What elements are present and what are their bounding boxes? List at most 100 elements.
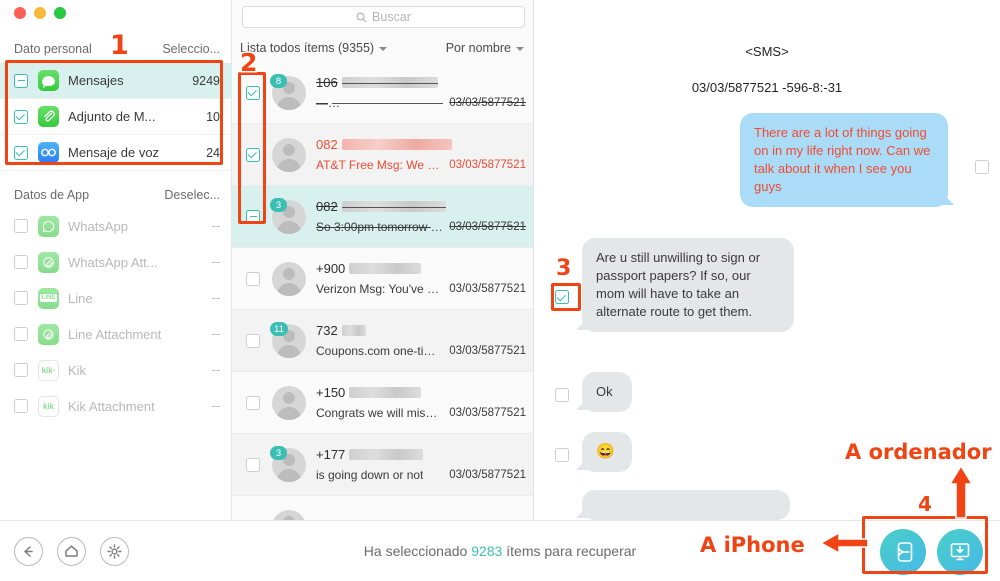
annotation-number-3: 3 [556,256,572,281]
sidebar-item-label: Line Attachment [68,326,162,342]
whatsapp-icon [38,215,59,237]
row-number: 082 [316,136,526,153]
sidebar-item-kik[interactable]: kik· Kik -- [0,352,232,388]
kik-checkbox[interactable] [14,363,28,377]
message-bubble-outgoing[interactable]: There are a lot of things going on in my… [740,113,948,207]
search-icon [356,11,367,22]
close-button[interactable] [14,7,26,19]
sidebar-item-line-attachment[interactable]: Line Attachment -- [0,316,232,352]
table-row[interactable]: 8 106 — ... 03/03/5877521 [232,62,533,124]
list-sort-dropdown[interactable]: Por nombre [446,41,524,55]
annotation-label-iphone: A iPhone [700,533,805,557]
row-date: 03/03/5877521 [449,344,526,357]
row-checkbox[interactable] [246,85,260,100]
voicemail-checkbox[interactable] [14,145,28,160]
personal-data-title: Dato personal [14,42,92,56]
to-iphone-button[interactable] [880,529,926,575]
sidebar-item-whatsapp-attachment[interactable]: WhatsApp Att... -- [0,244,232,280]
sidebar-item-count: 9249 [192,73,220,88]
personal-select-all[interactable]: Seleccio... [162,42,220,56]
message-checkbox[interactable] [555,388,569,402]
row-date: 03/03/5877521 [449,468,526,481]
message-checkbox[interactable] [555,448,569,462]
row-number: +150 [316,384,526,401]
row-checkbox[interactable] [246,147,260,162]
table-row[interactable]: 25 +150 [232,496,533,520]
annotation-arrow-left [819,531,869,555]
sidebar-item-count: -- [211,291,220,305]
table-row[interactable]: 10 +150 Congrats we will miss y... 03/03… [232,372,533,434]
adjunto-checkbox[interactable] [14,109,28,124]
message-bubble-incoming[interactable]: Are u still unwilling to sign or passpor… [582,238,794,332]
to-iphone-icon [897,542,913,562]
avatar [272,385,306,420]
table-row[interactable]: 61 +177 is going down or not 03/03/58775… [232,434,533,496]
maximize-button[interactable] [54,7,66,19]
conversation-title: <SMS> [745,44,789,59]
kik-attachment-checkbox[interactable] [14,399,28,413]
annotation-label-computer: A ordenador [845,440,992,464]
row-checkbox[interactable] [246,271,260,286]
line-attachment-icon [38,323,59,345]
row-checkbox[interactable] [246,457,260,472]
avatar [272,509,306,520]
line-icon: LINE [38,287,59,309]
row-preview: Coupons.com one-time... [316,343,444,358]
unread-badge: 3 [270,198,287,212]
sidebar-item-label: Kik Attachment [68,398,155,414]
status-count: 9283 [471,543,503,559]
line-checkbox[interactable] [14,291,28,305]
search-input[interactable]: Buscar [242,6,525,28]
row-date: 03/03/5877521 [449,406,526,419]
list-sort-label: Por nombre [445,41,511,55]
message-bubble-emoji[interactable]: 😄 [582,432,632,472]
sidebar-item-count: -- [211,219,220,233]
whatsapp-attachment-checkbox[interactable] [14,255,28,269]
sidebar-item-label: Adjunto de M... [68,109,156,124]
row-preview: — ... [316,96,444,110]
message-list-panel: Buscar Lista todos ítems (9355) Por nomb… [232,0,534,520]
sidebar-item-mensajes[interactable]: Mensajes 9249 [0,63,232,99]
row-date: 03/03/5877521 [449,158,526,171]
sidebar-item-adjunto-mensajes[interactable]: Adjunto de M... 10 [0,99,232,135]
row-checkbox[interactable] [246,333,260,348]
table-row[interactable]: 3 082 AT&T Free Msg: We ha... 03/03/5877… [232,124,533,212]
message-checkbox[interactable] [555,290,569,304]
message-checkbox[interactable] [975,160,989,174]
row-checkbox[interactable] [246,395,260,410]
table-row[interactable]: 11 082 So 3:00pm tomorrow m... 03/03/587… [232,186,533,336]
row-number: +900 [316,260,526,277]
sidebar-item-line[interactable]: LINE Line -- [0,280,232,316]
message-bubble-incoming[interactable]: Ok [582,372,632,412]
row-text: +900 Verizon Msg: You've us... 03/03/587… [316,260,533,297]
mensajes-checkbox[interactable] [14,73,28,88]
sidebar-item-whatsapp[interactable]: WhatsApp -- [0,208,232,244]
sidebar-item-label: WhatsApp [68,218,128,234]
conversation-subtitle: 03/03/5877521 -596-8:-31 [691,80,843,95]
avatar [272,261,306,296]
whatsapp-checkbox[interactable] [14,219,28,233]
row-text: 106 — ... 03/03/5877521 [316,74,533,111]
to-computer-button[interactable] [937,529,983,575]
sidebar-item-mensaje-de-voz[interactable]: Mensaje de voz 24 [0,135,232,171]
table-row[interactable]: 3 +900 Verizon Msg: You've us... 03/03/5… [232,248,533,460]
list-filter-label: Lista todos ítems (9355) [240,41,375,55]
sidebar-item-count: -- [211,255,220,269]
search-placeholder: Buscar [372,10,411,24]
row-checkbox[interactable] [246,209,260,224]
search-bar[interactable]: Buscar [242,6,525,28]
row-preview: So 3:00pm tomorrow m... [316,219,444,234]
row-text: 082 AT&T Free Msg: We ha... 03/03/587752… [316,136,533,173]
app-deselect-all[interactable]: Deselec... [164,188,220,202]
minimize-button[interactable] [34,7,46,19]
sidebar-item-kik-attachment[interactable]: kik Kik Attachment -- [0,388,232,424]
row-number: +177 [316,446,526,463]
line-attachment-checkbox[interactable] [14,327,28,341]
list-filter-dropdown[interactable]: Lista todos ítems (9355) [240,41,388,55]
table-row[interactable]: 4 732 Coupons.com one-time... 03/03/5877… [232,310,533,372]
annotation-number-2: 2 [240,48,258,77]
window-controls[interactable] [14,7,66,19]
unread-badge: 8 [270,74,287,88]
row-text: +177 is going down or not 03/03/5877521 [316,446,533,483]
sidebar-item-count: -- [211,327,220,341]
